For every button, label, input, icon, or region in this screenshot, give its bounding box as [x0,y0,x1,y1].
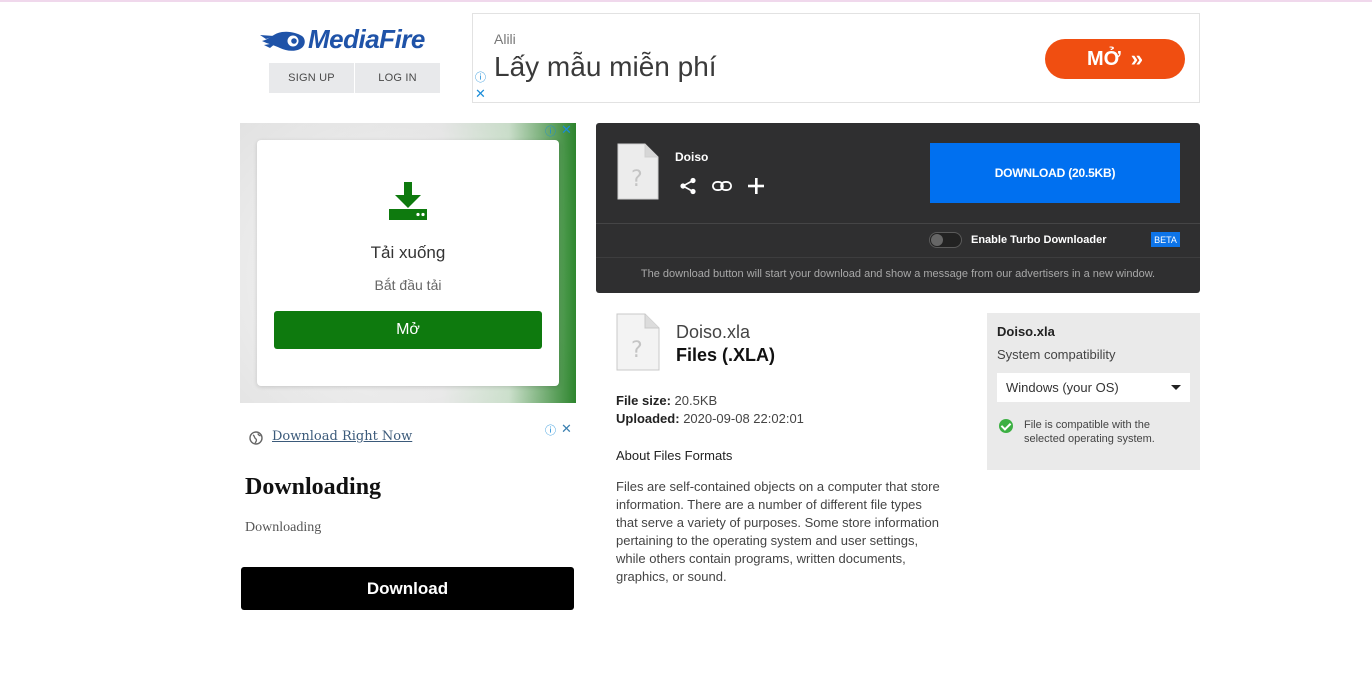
file-name: Doiso.xla [676,322,751,342]
ad-close-icon[interactable]: ✕ [561,124,572,137]
ad-subtext: Downloading [245,520,322,535]
log-in-button[interactable]: LOG IN [355,63,440,93]
ad-close-icon[interactable]: ✕ [561,423,572,436]
ad-info-icon[interactable]: ⓘ [475,72,486,83]
flame-logo-icon [260,31,305,51]
beta-badge: BETA [1151,232,1180,247]
compat-label: System compatibility [997,347,1116,362]
ad-info-icon[interactable]: ⓘ [545,425,556,436]
ad-card-title: Tải xuống [370,243,446,262]
share-icon[interactable] [678,176,698,196]
about-text: Files are self-contained objects on a co… [616,479,940,584]
ad-open-label: MỞ [1087,47,1121,70]
compat-status: File is compatible with the selected ope… [1024,419,1155,445]
download-panel: ? Doiso DOWNLOAD (20.5KB) Enable Turbo D… [596,123,1200,293]
download-file-name: Doiso [675,150,709,164]
ad-link[interactable]: Download Right Now [272,429,412,444]
compat-file-name: Doiso.xla [997,324,1055,339]
divider [596,223,1200,224]
left-sidebar-ad[interactable]: ⓘ ✕ Tải xuống Bắt đầu tải Mở [240,123,576,403]
ad-info-icon[interactable]: ⓘ [545,126,556,137]
ad-heading: Downloading [245,474,382,500]
double-chevron-right-icon: » [1130,46,1143,71]
os-select-value: Windows (your OS) [1006,380,1119,395]
ad-card: Tải xuống Bắt đầu tải Mở [257,140,559,386]
file-type: Files (.XLA) [676,345,776,365]
top-banner-ad[interactable]: ⓘ ✕ Alili Lấy mẫu miễn phí MỞ » [472,13,1200,103]
sign-up-button[interactable]: SIGN UP [269,63,354,93]
ad-card-subtitle: Bắt đầu tải [374,277,442,293]
download-button[interactable]: DOWNLOAD (20.5KB) [930,143,1180,203]
turbo-downloader-label: Enable Turbo Downloader [971,234,1107,246]
file-actions [678,176,766,196]
auth-buttons: SIGN UP LOG IN [269,63,440,93]
compatibility-box: Doiso.xla System compatibility Windows (… [987,313,1200,470]
ad-open-button[interactable]: MỞ » [1045,39,1185,79]
upload-date-row: Uploaded: 2020-09-08 22:02:01 [616,411,804,426]
about-heading: About Files Formats [616,448,733,463]
logo-text: MediaFire [308,23,425,54]
divider [596,257,1200,258]
copy-link-icon[interactable] [712,176,732,196]
mediafire-logo[interactable]: MediaFire [260,22,440,56]
globe-icon [249,431,263,445]
download-note: The download button will start your down… [640,268,1156,280]
download-icon [389,182,427,220]
left-text-ad[interactable]: ⓘ ✕ Download Right Now Downloading Downl… [240,420,576,620]
caret-down-icon [1171,385,1181,390]
add-icon[interactable] [746,176,766,196]
ad-headline: Lấy mẫu miễn phí [494,51,717,82]
ad-advertiser: Alili [494,31,516,47]
upload-date-value: 2020-09-08 22:02:01 [683,411,804,426]
upload-date-label: Uploaded: [616,411,680,426]
ad-download-button[interactable]: Download [241,567,574,610]
file-size-row: File size: 20.5KB [616,393,717,408]
turbo-downloader-toggle[interactable] [929,232,962,248]
check-circle-icon [999,419,1013,433]
svg-text:?: ? [631,338,643,363]
unknown-file-icon: ? [616,313,660,371]
file-size-label: File size: [616,393,671,408]
ad-close-icon[interactable]: ✕ [475,88,486,101]
svg-text:?: ? [631,167,643,192]
file-size-value: 20.5KB [674,393,718,408]
top-border [0,0,1372,2]
unknown-file-icon: ? [617,143,659,200]
os-select[interactable]: Windows (your OS) [997,373,1190,402]
ad-card-open-button[interactable]: Mở [274,311,542,349]
